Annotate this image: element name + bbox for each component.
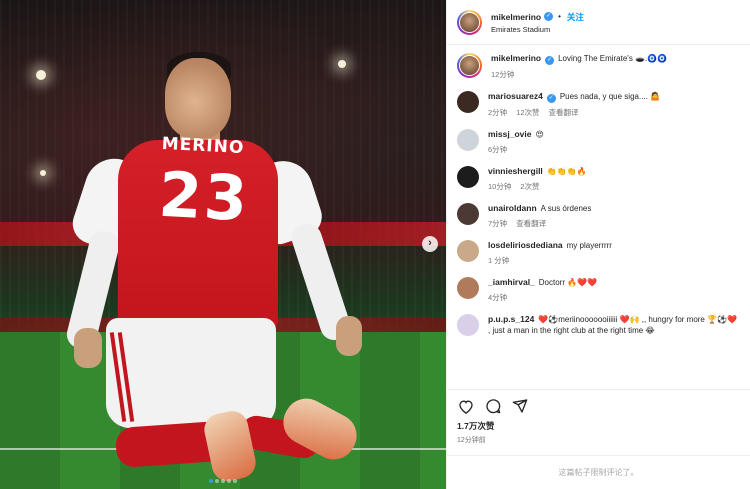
- avatar[interactable]: [457, 166, 479, 188]
- comment-time: 4分钟: [488, 293, 508, 302]
- comment-meta: 7分钟 查看翻译: [488, 218, 740, 229]
- comment-username[interactable]: mariosuarez4: [488, 91, 543, 101]
- left-hand: [74, 328, 102, 368]
- caption-username[interactable]: mikelmerino: [491, 53, 541, 63]
- comment-meta: 10分钟 2次赞: [488, 181, 740, 192]
- floodlight: [36, 70, 46, 80]
- comment-container: mariosuarez4 ✓ Pues nada, y que siga.... 🤷…: [457, 91, 740, 336]
- comment-meta: 6分钟: [488, 144, 740, 155]
- comment-meta: 1 分钟: [488, 255, 740, 266]
- carousel-dot[interactable]: [215, 479, 219, 483]
- comment-item: missj_ovie 😍 6分钟: [457, 129, 740, 155]
- avatar[interactable]: [457, 9, 482, 35]
- head: [165, 58, 231, 138]
- comment-body: losdeliriosdediana my playerrrrr 1 分钟: [488, 240, 740, 266]
- instagram-post-view: MERINO 23 › mikelmerino ✓ • 关注 Emirates …: [0, 0, 750, 489]
- comment-username[interactable]: p.u.p.s_124: [488, 314, 534, 324]
- translate-button[interactable]: 查看翻译: [549, 108, 579, 117]
- comment-time: 1 分钟: [488, 256, 510, 265]
- avatar[interactable]: [457, 314, 479, 336]
- avatar[interactable]: [457, 240, 479, 262]
- post-header: mikelmerino ✓ • 关注 Emirates Stadium: [447, 0, 750, 45]
- comment-text: A sus órdenes: [540, 204, 592, 213]
- verified-badge-icon: ✓: [545, 56, 555, 65]
- comment-text: my playerrrrr: [566, 241, 612, 250]
- comment-item: losdeliriosdediana my playerrrrr 1 分钟: [457, 240, 740, 266]
- post-media[interactable]: MERINO 23 ›: [0, 0, 446, 489]
- comment-time: 6分钟: [488, 145, 508, 154]
- player-figure: [63, 50, 370, 484]
- comment-likes[interactable]: 2次赞: [520, 182, 539, 191]
- translate-button[interactable]: 查看翻译: [516, 219, 546, 228]
- carousel-dot[interactable]: [209, 479, 213, 483]
- avatar[interactable]: [457, 53, 482, 78]
- avatar[interactable]: [457, 91, 479, 113]
- comment-icon[interactable]: [484, 397, 502, 415]
- caption-body: mikelmerino ✓ Loving The Emirate's 🕳️.🧿🧿 1…: [491, 53, 740, 80]
- comment-meta: 2分钟 12次赞 查看翻译: [488, 107, 740, 118]
- avatar[interactable]: [457, 277, 479, 299]
- comment-body: unairoldann A sus órdenes 7分钟 查看翻译: [488, 203, 740, 229]
- comment-meta: 4分钟: [488, 292, 740, 303]
- comment-username[interactable]: _iamhirval_: [488, 277, 535, 287]
- comment-body: missj_ovie 😍 6分钟: [488, 129, 740, 155]
- right-hand: [336, 316, 362, 356]
- heart-icon[interactable]: [457, 397, 475, 415]
- author-username[interactable]: mikelmerino: [491, 12, 541, 22]
- caption-text: Loving The Emirate's 🕳️.🧿🧿: [558, 54, 668, 63]
- floodlight: [40, 170, 46, 176]
- avatar-image: [459, 11, 480, 33]
- post-actions: 1.7万次赞 12分钟前: [447, 389, 750, 445]
- comment-text: 👏👏👏🔥: [546, 167, 587, 176]
- comment-item: mariosuarez4 ✓ Pues nada, y que siga.... 🤷…: [457, 91, 740, 118]
- chevron-right-icon[interactable]: ›: [422, 236, 438, 252]
- comment-text: Pues nada, y que siga.... 🤷: [559, 92, 661, 101]
- comment-likes[interactable]: 12次赞: [516, 108, 539, 117]
- verified-badge-icon: ✓: [544, 12, 554, 21]
- carousel-dot[interactable]: [221, 479, 225, 483]
- comment-time: 2分钟: [488, 108, 508, 117]
- separator-dot: •: [558, 12, 561, 21]
- follow-button[interactable]: 关注: [567, 11, 584, 23]
- share-icon[interactable]: [511, 397, 529, 415]
- comment-item: p.u.p.s_124 ❤️⚽meriinooooooiiiiii ❤️🙌 ,, …: [457, 314, 740, 336]
- avatar[interactable]: [457, 129, 479, 151]
- comment-time: 7分钟: [488, 219, 508, 228]
- action-icons: [457, 390, 740, 416]
- comment-item: unairoldann A sus órdenes 7分钟 查看翻译: [457, 203, 740, 229]
- comments-limited-notice: 这篇帖子限制评论了。: [447, 455, 750, 489]
- carousel-dot[interactable]: [227, 479, 231, 483]
- comment-body: mariosuarez4 ✓ Pues nada, y que siga.... 🤷…: [488, 91, 740, 118]
- post-header-text: mikelmerino ✓ • 关注 Emirates Stadium: [491, 11, 584, 34]
- comment-item: vinnieshergill 👏👏👏🔥 10分钟 2次赞: [457, 166, 740, 192]
- posted-time: 12分钟前: [457, 437, 486, 444]
- avatar-image: [459, 55, 480, 76]
- post-header-row: mikelmerino ✓ • 关注: [491, 11, 584, 23]
- comment-body: p.u.p.s_124 ❤️⚽meriinooooooiiiiii ❤️🙌 ,, …: [488, 314, 740, 336]
- jersey-number-text: 23: [157, 157, 251, 236]
- post-sidebar: mikelmerino ✓ • 关注 Emirates Stadium mike…: [446, 0, 750, 489]
- comment-username[interactable]: missj_ovie: [488, 129, 531, 139]
- caption-time: 12分钟: [491, 70, 515, 79]
- comment-text: Doctorr 🔥❤️❤️: [538, 278, 598, 287]
- avatar[interactable]: [457, 203, 479, 225]
- comment-body: _iamhirval_ Doctorr 🔥❤️❤️ 4分钟: [488, 277, 740, 303]
- comments-list[interactable]: mikelmerino ✓ Loving The Emirate's 🕳️.🧿🧿 1…: [447, 45, 750, 387]
- verified-badge-icon: ✓: [546, 94, 556, 103]
- comment-username[interactable]: unairoldann: [488, 203, 537, 213]
- likes-count[interactable]: 1.7万次赞: [457, 420, 740, 432]
- comment-item: _iamhirval_ Doctorr 🔥❤️❤️ 4分钟: [457, 277, 740, 303]
- comment-text: 😍: [535, 130, 544, 139]
- comment-username[interactable]: losdeliriosdediana: [488, 240, 563, 250]
- comment-body: vinnieshergill 👏👏👏🔥 10分钟 2次赞: [488, 166, 740, 192]
- comment-time: 10分钟: [488, 182, 512, 191]
- carousel-dots: [0, 476, 446, 485]
- location-link[interactable]: Emirates Stadium: [491, 25, 584, 34]
- comment-username[interactable]: vinnieshergill: [488, 166, 543, 176]
- carousel-dot[interactable]: [233, 479, 237, 483]
- caption-meta: 12分钟: [491, 69, 740, 80]
- caption: mikelmerino ✓ Loving The Emirate's 🕳️.🧿🧿 1…: [457, 53, 740, 80]
